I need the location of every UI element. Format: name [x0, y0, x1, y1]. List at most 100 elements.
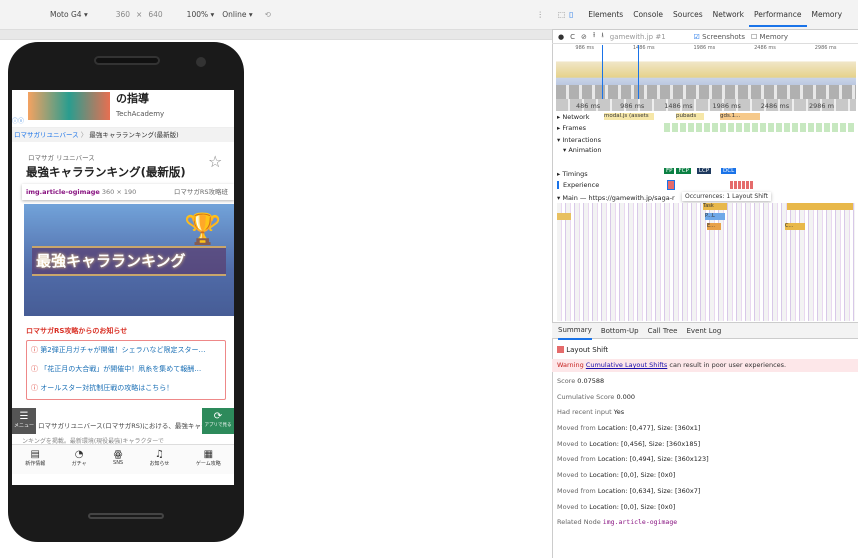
layout-shift-bar[interactable]: [667, 180, 675, 190]
bottom-nav: ▤ 新作情報 ◔ ガチャ ꙮ SNS ♫ お知らせ ▦ ゲーム攻略: [12, 444, 234, 474]
main-flamechart[interactable]: Task P...L E... C...: [557, 203, 855, 321]
ad-image: [28, 92, 110, 120]
score-row: Score 0.07588: [557, 377, 605, 385]
notice-item-1[interactable]: ⓘ 第2弾正月ガチャが開催！シェラハなど限定スター…: [31, 345, 221, 355]
tab-network[interactable]: Network: [708, 10, 749, 19]
tooltip-tag: img.article-ogimage: [26, 188, 100, 196]
device-toggle-icon[interactable]: ▯: [569, 10, 573, 19]
nav-notice[interactable]: ♫ お知らせ: [150, 449, 170, 474]
app-icon: ⟳: [213, 411, 223, 422]
menu-icon: ☰: [19, 411, 29, 422]
tab-call-tree[interactable]: Call Tree: [648, 327, 678, 335]
selection-start[interactable]: [602, 45, 603, 99]
flame-p[interactable]: P...L: [705, 213, 725, 220]
marker-dcl[interactable]: DCL: [721, 168, 737, 174]
notice-item-3[interactable]: ⓘ オールスター対抗制圧戦の攻略はこちら！: [31, 383, 221, 393]
nav-gacha[interactable]: ◔ ガチャ: [72, 449, 87, 474]
nav-sns[interactable]: ꙮ SNS: [113, 449, 123, 474]
tab-event-log[interactable]: Event Log: [687, 327, 722, 335]
ad-banner[interactable]: の指導 TechAcademy ⓘⓧ: [12, 90, 234, 128]
hero-text: 最強キャラランキング: [36, 252, 186, 270]
ad-choices-icon[interactable]: ⓘⓧ: [12, 116, 24, 125]
flame-c[interactable]: C...: [785, 223, 805, 230]
nav-game[interactable]: ▦ ゲーム攻略: [196, 449, 221, 474]
moved-row-2: Moved to Location: [0,456], Size: [360x1…: [557, 440, 701, 448]
phone-home-bar: [88, 513, 164, 519]
moved-row-3: Moved from Location: [0,494], Size: [360…: [557, 455, 709, 463]
screenshots-checkbox[interactable]: ☑ Screenshots: [694, 33, 745, 41]
width-input[interactable]: 360: [116, 10, 130, 19]
flame-left[interactable]: [557, 213, 571, 220]
moved-row-5: Moved from Location: [0,634], Size: [360…: [557, 487, 701, 495]
grid-icon: ▦: [203, 449, 214, 460]
flame-right[interactable]: [787, 203, 853, 210]
bookmark-icon[interactable]: ☆: [208, 152, 222, 171]
flame-task[interactable]: Task: [703, 203, 727, 210]
zoom-select[interactable]: 100% ▾: [187, 10, 215, 19]
tab-summary[interactable]: Summary: [558, 322, 592, 340]
screenshots-strip: [556, 85, 856, 99]
rotate-icon[interactable]: ⟲: [265, 10, 271, 19]
tab-sources[interactable]: Sources: [668, 10, 708, 19]
dimension-times: ×: [136, 10, 143, 19]
menu-button[interactable]: ☰ メニュー: [12, 408, 36, 434]
people-icon: ꙮ: [113, 449, 123, 460]
breadcrumb-home[interactable]: ロマサガリユニバース: [14, 131, 79, 139]
article-title: 最強キャラランキング(最新版): [26, 165, 186, 179]
device-select[interactable]: Moto G4 ▾: [50, 10, 88, 19]
notice-item-2[interactable]: ⓘ 「花正月の大合戦」が開催中！凧糸を集めて報酬…: [31, 364, 221, 374]
tab-performance[interactable]: Performance: [748, 2, 807, 27]
upload-icon[interactable]: ⭱: [593, 31, 595, 42]
network-bar-modal[interactable]: modal.js (assets: [604, 113, 654, 120]
nav-news[interactable]: ▤ 新作情報: [25, 449, 45, 474]
network-bar-gds[interactable]: gds.1...: [720, 113, 760, 120]
related-node-link[interactable]: img.article-ogimage: [603, 518, 677, 526]
track-timings[interactable]: ▸ Timings: [557, 170, 588, 178]
tooltip-size: 360 × 190: [101, 188, 137, 196]
recording-select[interactable]: gamewith.jp #1: [610, 33, 666, 41]
height-input[interactable]: 640: [148, 10, 162, 19]
inspect-icon[interactable]: ⬚: [558, 10, 565, 19]
track-interactions[interactable]: ▾ Interactions: [557, 136, 601, 144]
record-icon[interactable]: ●: [558, 33, 564, 41]
intro-text: ロマサガリユニバース(ロマサガRS)における、最強キャラ: [38, 422, 208, 430]
timing-markers: FP FCP LCP DCL: [664, 168, 737, 174]
warning-link[interactable]: Cumulative Layout Shifts: [586, 361, 668, 369]
hero-image: 最強キャラランキング 🏆: [24, 204, 234, 316]
track-main[interactable]: ▾ Main — https://gamewith.jp/saga-r: [557, 194, 682, 202]
notice-box: ⓘ 第2弾正月ガチャが開催！シェラハなど限定スター… ⓘ 「花正月の大合戦」が開…: [26, 340, 226, 400]
marker-lcp[interactable]: LCP: [696, 168, 712, 174]
trophy-icon: 🏆: [184, 212, 222, 247]
flame-e[interactable]: E...: [707, 223, 721, 230]
track-network[interactable]: ▸ Network: [557, 113, 589, 121]
layout-shift-bars[interactable]: [730, 181, 754, 189]
network-bar-pubads[interactable]: pubads: [676, 113, 704, 120]
tab-bottom-up[interactable]: Bottom-Up: [601, 327, 639, 335]
download-icon[interactable]: ⭳: [601, 31, 603, 42]
more-options-icon[interactable]: ⋮: [537, 10, 545, 19]
reload-icon[interactable]: C: [570, 33, 575, 41]
track-frames[interactable]: ▸ Frames: [557, 124, 586, 132]
marker-fp[interactable]: FP: [664, 168, 675, 174]
clear-icon[interactable]: ⊘: [581, 33, 587, 41]
overview-chart[interactable]: 986 ms 1486 ms 1986 ms 2486 ms 2986 ms: [556, 45, 856, 99]
performance-toolbar: ● C ⊘ ⭱ ⭳ gamewith.jp #1 ☑ Screenshots ☐…: [552, 30, 858, 44]
breadcrumb: ロマサガリユニバース 〉 最強キャラランキング(最新版): [12, 128, 234, 142]
media-query-ruler: [0, 30, 552, 40]
phone-screen: の指導 TechAcademy ⓘⓧ ロマサガリユニバース 〉 最強キャラランキ…: [12, 90, 234, 485]
moved-row-1: Moved from Location: [0,477], Size: [360…: [557, 424, 701, 432]
memory-checkbox[interactable]: ☐ Memory: [751, 33, 788, 41]
phone-camera: [196, 57, 206, 67]
tab-console[interactable]: Console: [628, 10, 668, 19]
ad-subtitle: TechAcademy: [116, 110, 165, 118]
layout-shift-swatch: [557, 346, 564, 353]
app-button[interactable]: ⟳ アプリで見る: [202, 408, 234, 434]
recent-input-row: Had recent input Yes: [557, 408, 625, 416]
network-select[interactable]: Online ▾: [222, 10, 252, 19]
tab-elements[interactable]: Elements: [583, 10, 628, 19]
marker-fcp[interactable]: FCP: [676, 168, 691, 174]
selection-end[interactable]: [638, 45, 639, 99]
tab-memory[interactable]: Memory: [807, 10, 848, 19]
track-animation[interactable]: ▾ Animation: [563, 146, 601, 154]
track-experience[interactable]: Experience: [557, 181, 599, 189]
